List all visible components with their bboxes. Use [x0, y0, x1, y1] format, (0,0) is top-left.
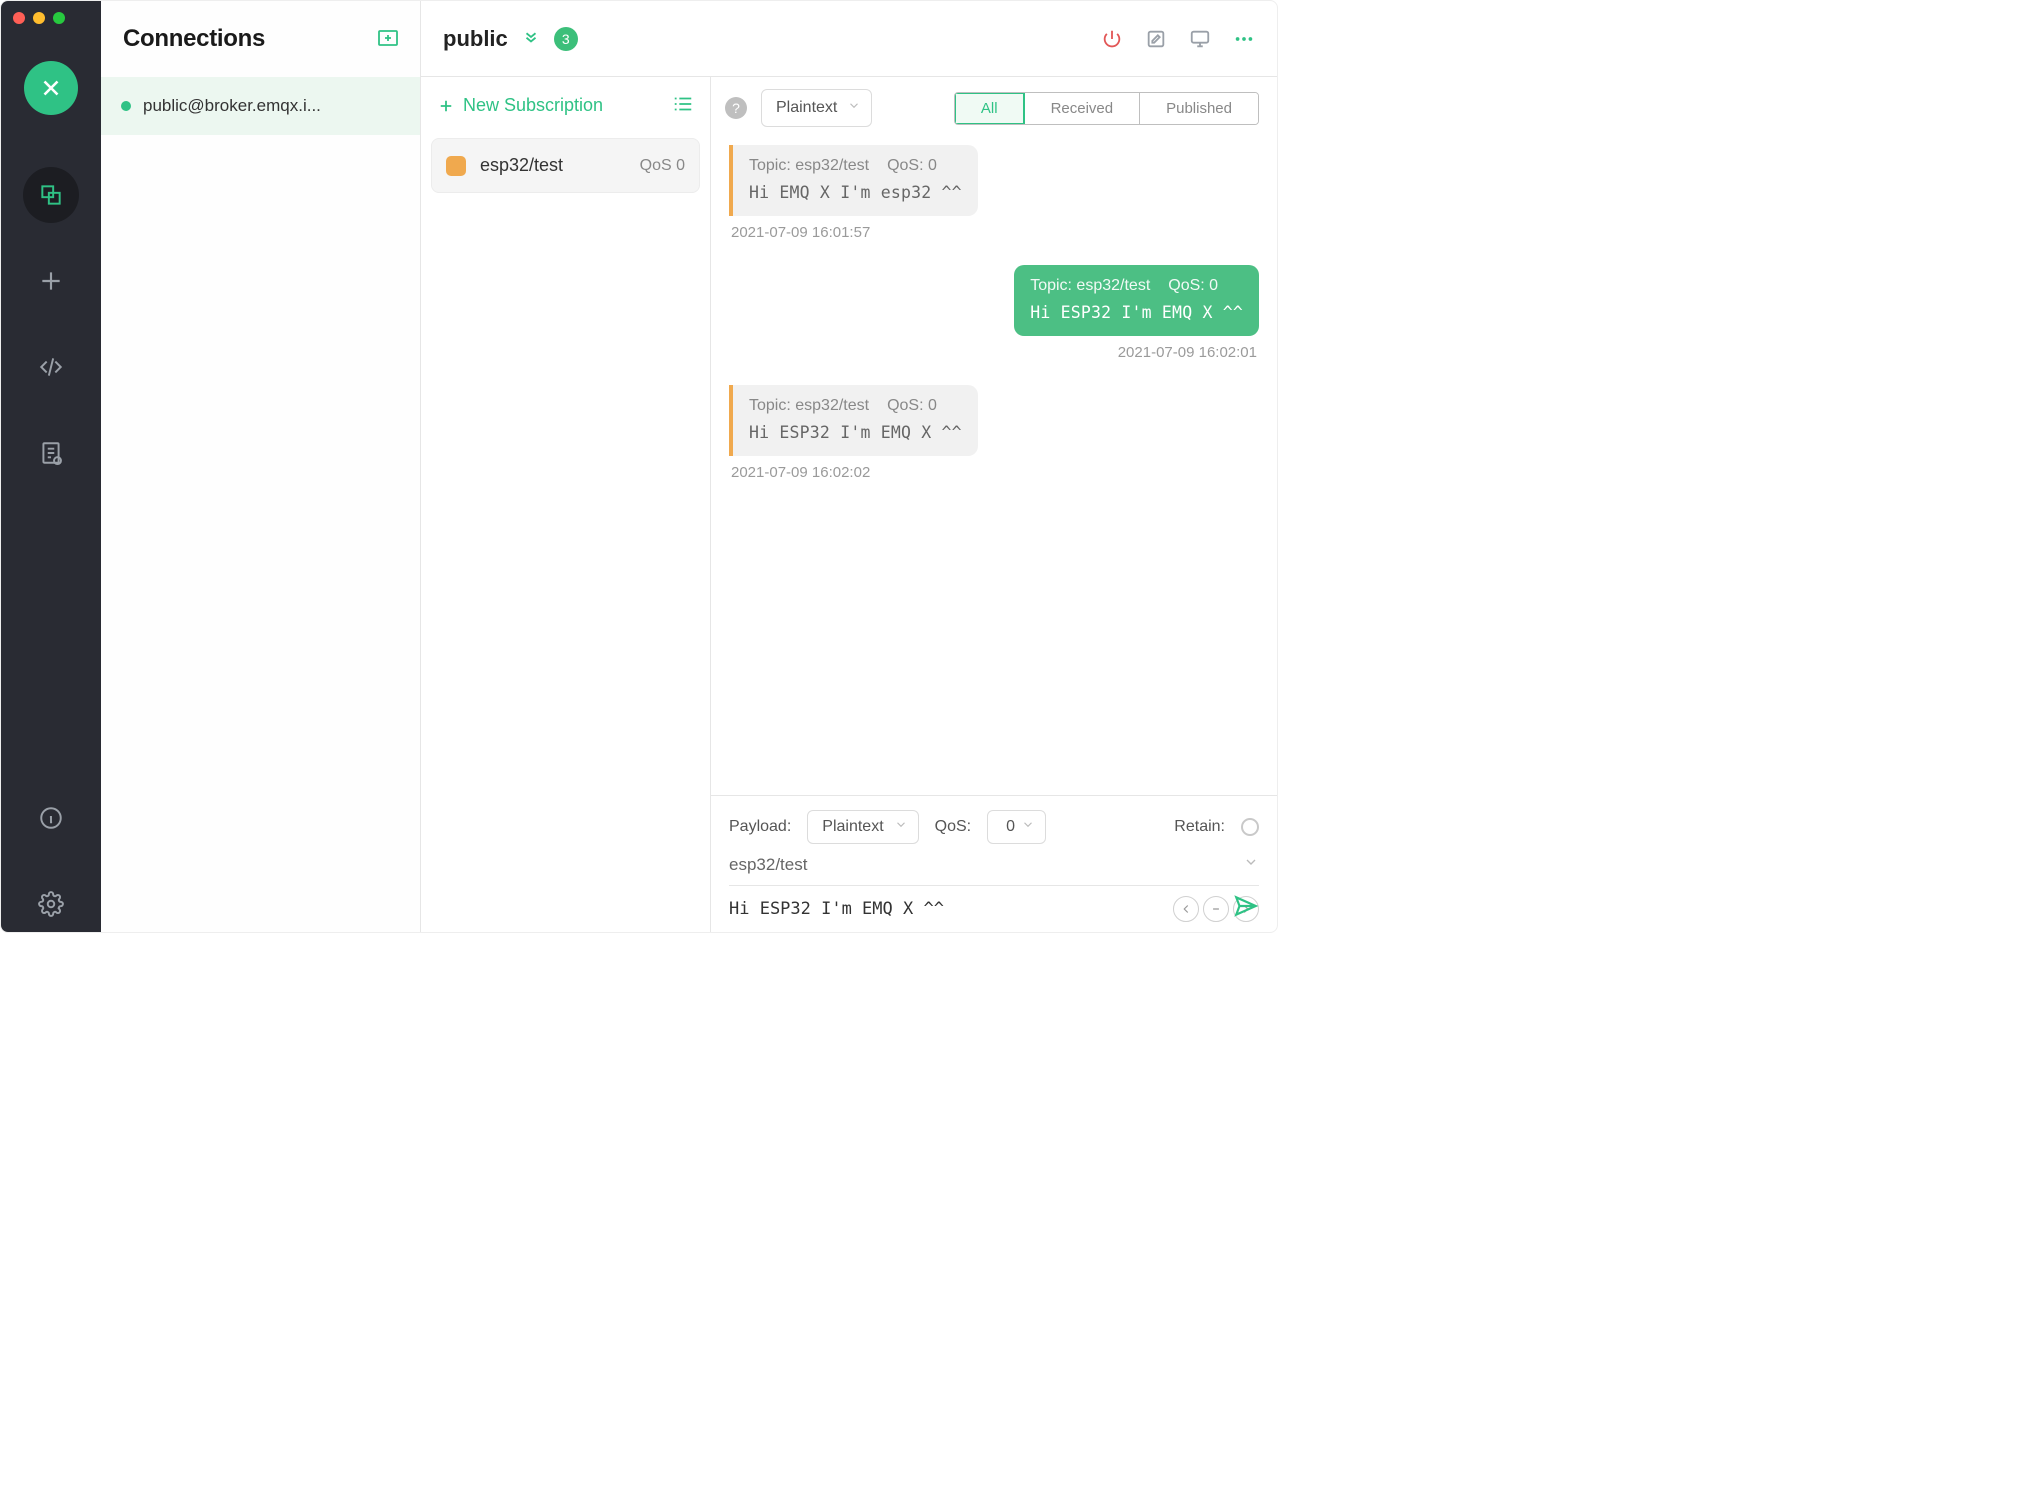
nav-about[interactable]	[23, 790, 79, 846]
message-timestamp: 2021-07-09 16:01:57	[731, 224, 870, 241]
display-icon[interactable]	[1189, 28, 1211, 50]
add-connection-icon[interactable]	[376, 26, 400, 53]
message-topic: Topic: esp32/test	[1030, 277, 1150, 295]
new-subscription-label: New Subscription	[463, 95, 603, 116]
close-window-button[interactable]	[13, 12, 25, 24]
chevron-down-icon	[847, 99, 861, 118]
help-icon[interactable]: ?	[725, 97, 747, 119]
subscriptions-header: New Subscription	[431, 89, 700, 126]
composer-topic-input[interactable]: esp32/test	[729, 855, 807, 875]
retain-label: Retain:	[1174, 818, 1225, 836]
subscription-filter-icon[interactable]	[672, 93, 694, 118]
topbar-actions	[1101, 28, 1255, 50]
message-topic: Topic: esp32/test	[749, 157, 869, 175]
message-payload: Hi ESP32 I'm EMQ X ^^	[749, 423, 962, 442]
message-timestamp: 2021-07-09 16:02:02	[731, 464, 870, 481]
app-logo	[24, 61, 78, 115]
app-window: Connections public@broker.emqx.i... publ…	[0, 0, 1278, 933]
message-filter-segment: All Received Published	[954, 92, 1259, 125]
connection-body: New Subscription esp32/test QoS 0 ? Pla	[421, 77, 1277, 932]
chevron-down-icon	[1021, 818, 1035, 837]
message-sent: Topic: esp32/test QoS: 0 Hi ESP32 I'm EM…	[729, 265, 1259, 379]
message-qos: QoS: 0	[1168, 277, 1218, 295]
message-qos: QoS: 0	[887, 397, 937, 415]
connection-dropdown-icon[interactable]	[522, 28, 540, 49]
composer-topic-row: esp32/test	[729, 854, 1259, 886]
nav-new-connection[interactable]	[23, 253, 79, 309]
main-area: public 3	[421, 1, 1277, 932]
message-received: Topic: esp32/test QoS: 0 Hi ESP32 I'm EM…	[729, 385, 1259, 499]
window-traffic-lights	[13, 12, 65, 24]
connection-item[interactable]: public@broker.emqx.i...	[101, 77, 420, 135]
connections-panel: Connections public@broker.emqx.i...	[101, 1, 421, 932]
chevron-down-icon	[894, 818, 908, 837]
message-topic: Topic: esp32/test	[749, 397, 869, 415]
new-subscription-button[interactable]: New Subscription	[437, 95, 603, 116]
message-bubble: Topic: esp32/test QoS: 0 Hi EMQ X I'm es…	[729, 145, 978, 216]
subscription-topic: esp32/test	[480, 155, 626, 176]
message-bubble: Topic: esp32/test QoS: 0 Hi ESP32 I'm EM…	[1014, 265, 1259, 336]
minimize-window-button[interactable]	[33, 12, 45, 24]
segment-published[interactable]: Published	[1140, 93, 1258, 124]
message-timestamp: 2021-07-09 16:02:01	[1118, 344, 1257, 361]
display-format-select[interactable]: Plaintext	[761, 89, 872, 127]
chevron-down-icon[interactable]	[1243, 854, 1259, 875]
history-clear-button[interactable]	[1203, 896, 1229, 922]
qos-label: QoS:	[935, 818, 971, 836]
nav-settings[interactable]	[23, 876, 79, 932]
connection-topbar: public 3	[421, 1, 1277, 77]
composer-options-row: Payload: Plaintext QoS: 0 Retain:	[729, 810, 1259, 844]
connection-title: public	[443, 26, 508, 52]
composer-payload-row	[729, 896, 1259, 922]
fullscreen-window-button[interactable]	[53, 12, 65, 24]
connections-header: Connections	[101, 1, 420, 77]
subscription-qos: QoS 0	[640, 157, 685, 175]
messages-toolbar: ? Plaintext All Received Published	[711, 77, 1277, 139]
messages-pane: ? Plaintext All Received Published	[711, 77, 1277, 932]
composer: Payload: Plaintext QoS: 0 Retain:	[711, 795, 1277, 932]
segment-received[interactable]: Received	[1025, 93, 1141, 124]
message-list[interactable]: Topic: esp32/test QoS: 0 Hi EMQ X I'm es…	[711, 139, 1277, 795]
send-button[interactable]	[1233, 893, 1259, 922]
payload-format-value: Plaintext	[822, 818, 883, 836]
connection-name: public@broker.emqx.i...	[143, 96, 321, 116]
qos-value: 0	[1006, 818, 1015, 836]
message-payload: Hi ESP32 I'm EMQ X ^^	[1030, 303, 1243, 322]
disconnect-icon[interactable]	[1101, 28, 1123, 50]
message-bubble: Topic: esp32/test QoS: 0 Hi ESP32 I'm EM…	[729, 385, 978, 456]
message-payload: Hi EMQ X I'm esp32 ^^	[749, 183, 962, 202]
segment-all[interactable]: All	[955, 93, 1025, 124]
subscription-item[interactable]: esp32/test QoS 0	[431, 138, 700, 193]
subscriptions-panel: New Subscription esp32/test QoS 0	[421, 77, 711, 932]
payload-format-label: Payload:	[729, 818, 791, 836]
status-online-icon	[121, 101, 131, 111]
retain-toggle[interactable]	[1241, 818, 1259, 836]
composer-payload-input[interactable]	[729, 899, 1161, 919]
nav-connections[interactable]	[23, 167, 79, 223]
qos-select[interactable]: 0	[987, 810, 1046, 844]
nav-log[interactable]	[23, 425, 79, 481]
history-prev-button[interactable]	[1173, 896, 1199, 922]
payload-format-select[interactable]: Plaintext	[807, 810, 918, 844]
unread-badge: 3	[554, 27, 578, 51]
message-qos: QoS: 0	[887, 157, 937, 175]
display-format-value: Plaintext	[776, 99, 837, 117]
edit-icon[interactable]	[1145, 28, 1167, 50]
nav-rail	[1, 1, 101, 932]
nav-scripts[interactable]	[23, 339, 79, 395]
message-received: Topic: esp32/test QoS: 0 Hi EMQ X I'm es…	[729, 145, 1259, 259]
connections-title: Connections	[123, 25, 265, 53]
more-icon[interactable]	[1233, 28, 1255, 50]
subscription-color-swatch	[446, 156, 466, 176]
